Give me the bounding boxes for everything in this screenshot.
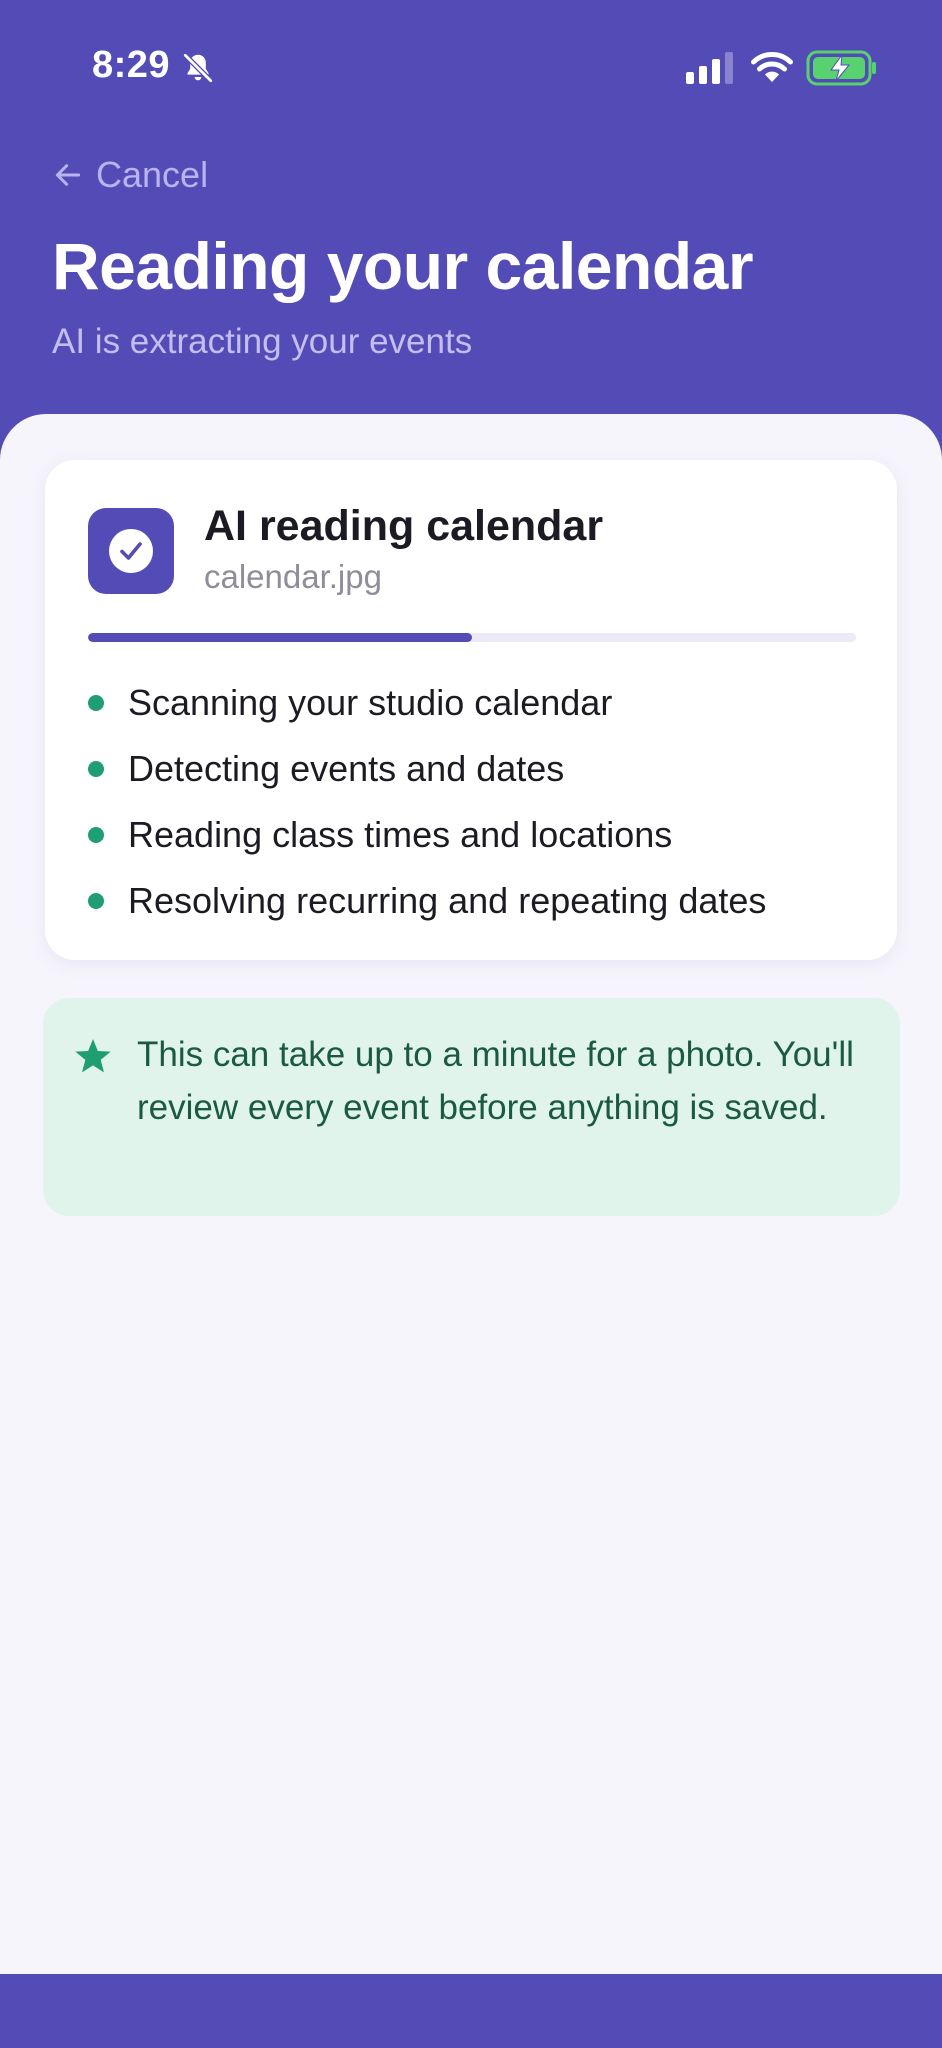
bell-slash-icon <box>182 52 214 84</box>
processing-card: AI reading calendar calendar.jpg Scannin… <box>45 460 897 960</box>
step-label: Resolving recurring and repeating dates <box>128 880 767 921</box>
check-circle-icon <box>109 529 153 573</box>
cancel-label: Cancel <box>96 154 209 195</box>
cancel-button[interactable]: Cancel <box>52 154 208 196</box>
step-label: Scanning your studio calendar <box>128 682 613 723</box>
step-item: Reading class times and locations <box>88 802 868 868</box>
progress-fill <box>88 633 472 642</box>
step-label: Detecting events and dates <box>128 748 565 789</box>
screen: 8:29 Cancel Reading your calendar AI is … <box>0 0 942 2048</box>
header: 8:29 Cancel Reading your calendar AI is … <box>0 0 942 460</box>
progress-bar <box>88 633 856 642</box>
signal-icon <box>686 52 733 84</box>
card-title: AI reading calendar <box>204 502 604 550</box>
step-dot <box>88 827 104 843</box>
step-dot <box>88 695 104 711</box>
step-item: Scanning your studio calendar <box>88 670 868 736</box>
status-time: 8:29 <box>92 44 171 86</box>
step-list: Scanning your studio calendar Detecting … <box>88 670 868 934</box>
info-notice: This can take up to a minute for a photo… <box>43 998 900 1216</box>
step-item: Detecting events and dates <box>88 736 868 802</box>
step-dot <box>88 761 104 777</box>
bottom-bar <box>0 1974 942 2048</box>
arrow-left-icon <box>55 164 81 186</box>
card-icon-badge <box>88 508 174 594</box>
star-icon <box>75 1039 111 1073</box>
wifi-icon <box>751 51 793 82</box>
step-dot <box>88 893 104 909</box>
page-subtitle: AI is extracting your events <box>52 322 473 361</box>
step-item: Resolving recurring and repeating dates <box>88 868 868 934</box>
step-label: Reading class times and locations <box>128 814 673 855</box>
status-bar: 8:29 <box>0 0 942 140</box>
page-title: Reading your calendar <box>52 229 754 303</box>
card-file-name: calendar.jpg <box>204 558 382 595</box>
notice-text: This can take up to a minute for a photo… <box>137 1035 854 1127</box>
battery-charging-icon <box>806 50 876 86</box>
